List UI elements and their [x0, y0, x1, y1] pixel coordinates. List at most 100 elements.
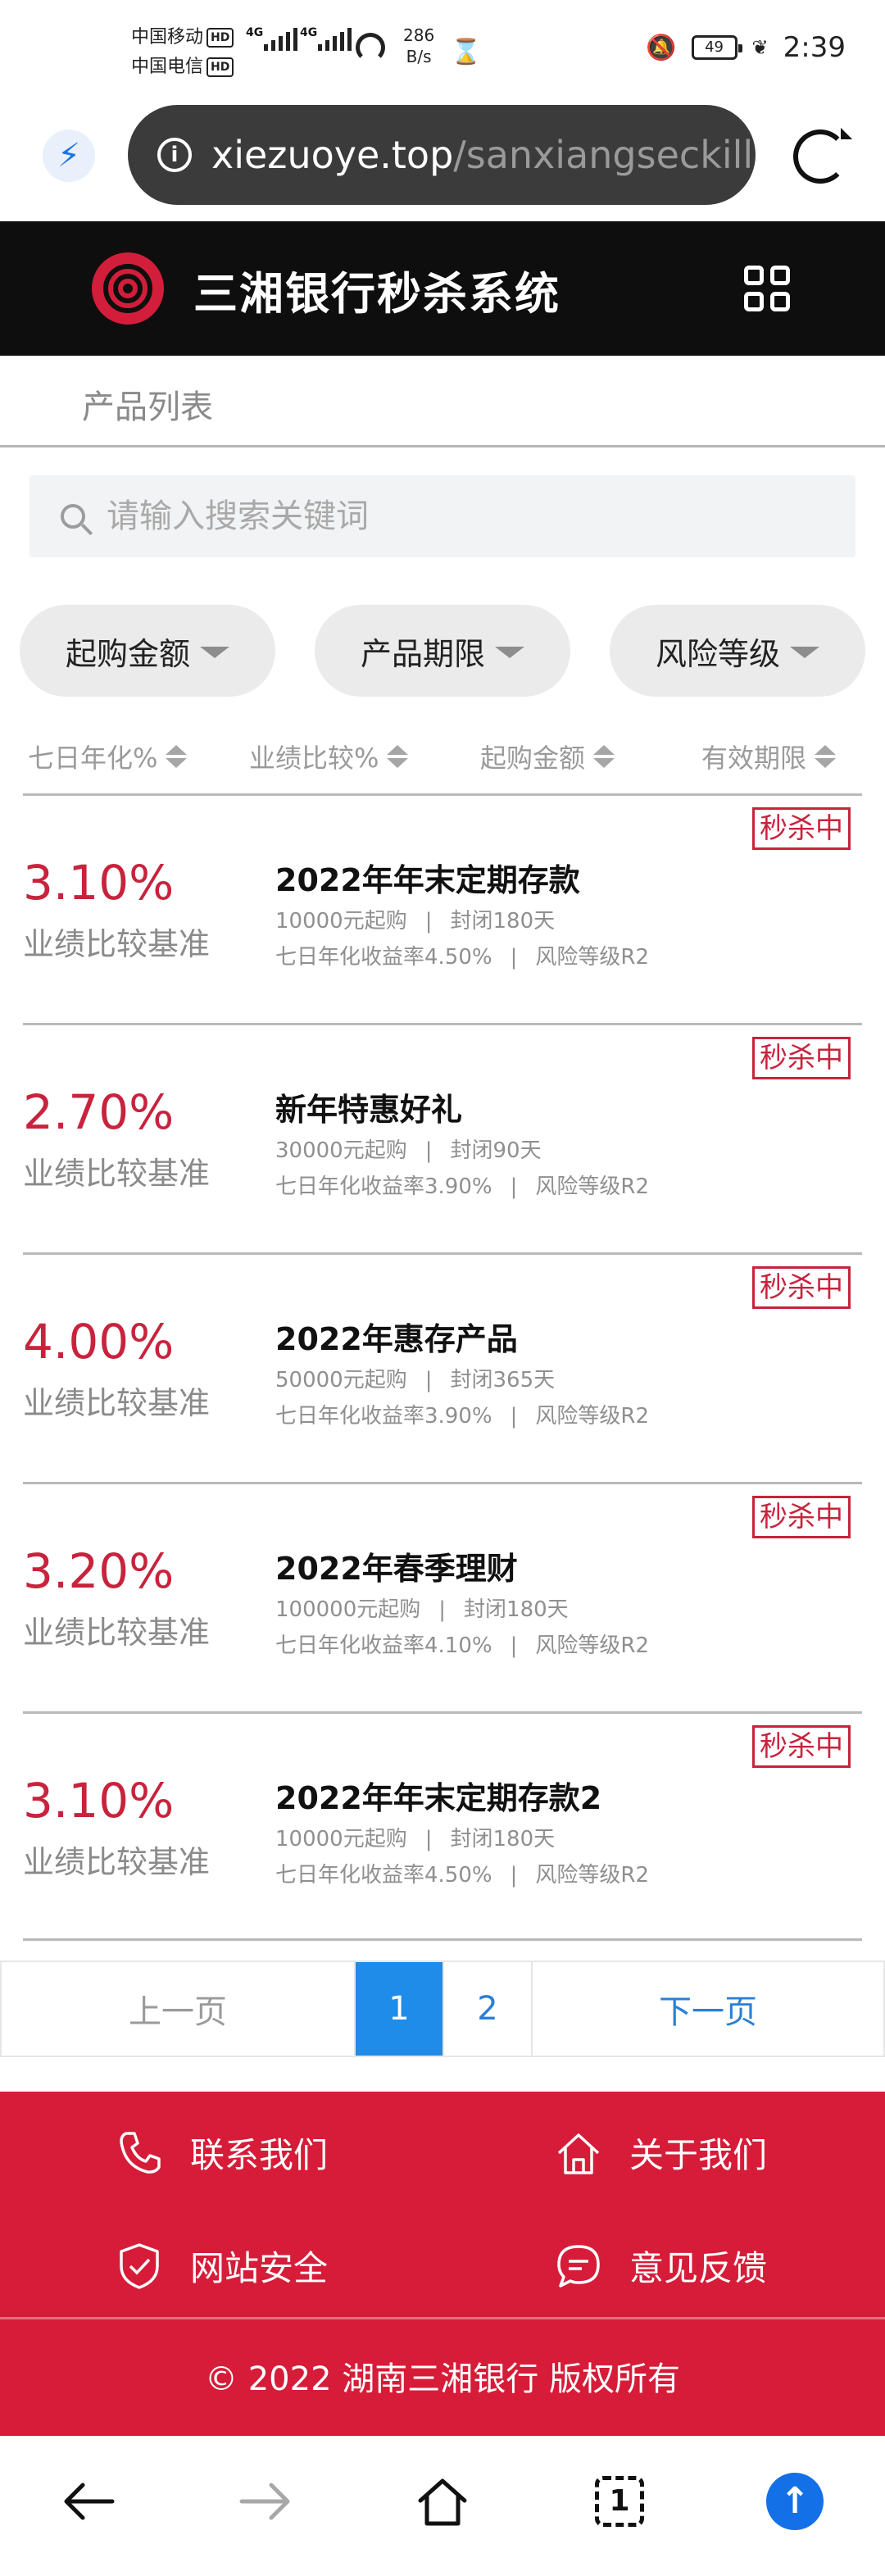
risk-level: 风险等级R2 [535, 1633, 649, 1658]
product-name[interactable]: 2022年年末定期存款 [275, 855, 580, 900]
wifi-icon [356, 33, 385, 62]
lightning-icon[interactable]: ⚡ [43, 129, 95, 182]
caret-down-icon [790, 647, 819, 658]
term: 封闭180天 [464, 1597, 569, 1622]
product-meta-1: 10000元起购 | 封闭180天 [275, 909, 556, 934]
page-2-button[interactable]: 2 [444, 1962, 533, 2056]
signal-icon [318, 28, 352, 51]
contact-us-link[interactable]: 联系我们 [115, 2128, 328, 2178]
product-meta-2: 七日年化收益率4.50% | 风险等级R2 [275, 945, 649, 970]
status-right: 🔕 49 ❦ 2:39 [646, 31, 846, 64]
browser-toolbar: ⚡ i xiezuoye.top/sanxiangseckilln [0, 98, 885, 221]
tabs-count: 1 [595, 2476, 644, 2527]
sort-bar: 七日年化% 业绩比较% 起购金额 有效期限 [0, 731, 885, 780]
forward-button[interactable] [233, 2469, 298, 2534]
sort-label: 起购金额 [480, 743, 586, 774]
sort-validity[interactable]: 有效期限 [701, 738, 837, 775]
search-icon [61, 504, 85, 529]
sort-arrows-icon [593, 745, 615, 768]
min-amount: 100000元起购 [275, 1597, 421, 1622]
arrow-right-icon [239, 2483, 290, 2520]
product-meta-2: 七日年化收益率4.10% | 风险等级R2 [275, 1633, 649, 1658]
product-name[interactable]: 2022年春季理财 [275, 1543, 518, 1588]
seckill-badge: 秒杀中 [752, 1266, 851, 1309]
product-item[interactable]: 秒杀中 3.10% 业绩比较基准 2022年年末定期存款2 10000元起购 | 封… [23, 1711, 862, 1941]
term: 封闭90天 [450, 1138, 542, 1163]
address-bar[interactable]: i xiezuoye.top/sanxiangseckilln [128, 105, 756, 205]
battery-icon: 49 [691, 35, 742, 60]
info-icon[interactable]: i [157, 138, 192, 172]
site-security-link[interactable]: 网站安全 [115, 2241, 328, 2291]
seven-day-yield: 七日年化收益率3.90% [275, 1404, 492, 1429]
pagination: 上一页 1 2 下一页 [0, 1960, 885, 2057]
tab-product-list[interactable]: 产品列表 [82, 380, 213, 428]
min-amount: 10000元起购 [275, 1827, 407, 1851]
filter-term[interactable]: 产品期限 [315, 605, 570, 697]
net-speed-unit: B/s [406, 47, 432, 66]
filter-bar: 起购金额 产品期限 风险等级 [20, 605, 865, 697]
benchmark-rate: 3.10% [23, 855, 175, 911]
risk-level: 风险等级R2 [535, 1404, 649, 1429]
benchmark-rate: 3.10% [23, 1773, 175, 1829]
hd-badge: HD [206, 57, 234, 77]
seven-day-yield: 七日年化收益率3.90% [275, 1174, 492, 1199]
risk-level: 风险等级R2 [535, 1174, 649, 1199]
chat-bubble-icon [557, 2244, 600, 2288]
search-box[interactable] [30, 475, 856, 557]
seven-day-yield: 七日年化收益率4.50% [275, 945, 492, 970]
min-amount: 30000元起购 [275, 1138, 407, 1163]
security-label: 网站安全 [190, 2248, 329, 2288]
seckill-badge: 秒杀中 [752, 1037, 851, 1079]
copyright-text: © 2022 湖南三湘银行 版权所有 [205, 2360, 680, 2398]
sort-benchmark[interactable]: 业绩比较% [249, 738, 409, 775]
back-button[interactable] [56, 2469, 121, 2534]
filter-risk-level[interactable]: 风险等级 [610, 605, 865, 697]
product-item[interactable]: 秒杀中 4.00% 业绩比较基准 2022年惠存产品 50000元起购 | 封闭36… [23, 1252, 862, 1482]
caret-down-icon [495, 647, 524, 658]
footer-links: 联系我们 关于我们 网站安全 意见反馈 [0, 2092, 885, 2319]
sort-min-amount[interactable]: 起购金额 [480, 738, 615, 775]
home-icon [418, 2478, 467, 2526]
network-type-1: 4G [246, 26, 264, 39]
seckill-badge: 秒杀中 [752, 807, 851, 850]
tabs-button[interactable]: 1 [587, 2469, 652, 2534]
seven-day-yield: 七日年化收益率4.50% [275, 1863, 492, 1888]
feedback-label: 意见反馈 [629, 2248, 768, 2288]
benchmark-rate: 3.20% [23, 1543, 175, 1599]
product-name[interactable]: 2022年年末定期存款2 [275, 1773, 601, 1818]
min-amount: 10000元起购 [275, 909, 407, 934]
product-name[interactable]: 新年特惠好礼 [275, 1084, 462, 1129]
product-meta-1: 50000元起购 | 封闭365天 [275, 1368, 556, 1392]
filter-label: 起购金额 [65, 635, 190, 672]
page-1-button[interactable]: 1 [356, 1962, 444, 2056]
scroll-top-button[interactable]: ↑ [762, 2469, 828, 2534]
bank-logo[interactable] [92, 252, 164, 325]
search-input[interactable] [107, 497, 811, 535]
product-item[interactable]: 秒杀中 3.20% 业绩比较基准 2022年春季理财 100000元起购 | 封闭1… [23, 1482, 862, 1711]
next-page-button[interactable]: 下一页 [533, 1962, 883, 2056]
product-item[interactable]: 秒杀中 2.70% 业绩比较基准 新年特惠好礼 30000元起购 | 封闭90天 七… [23, 1023, 862, 1252]
tab-bar: 产品列表 [0, 356, 885, 448]
menu-grid-icon[interactable] [744, 266, 790, 311]
network-type-2: 4G [300, 26, 318, 39]
product-list: 秒杀中 3.10% 业绩比较基准 2022年年末定期存款 10000元起购 | 封闭… [23, 793, 862, 1941]
about-us-link[interactable]: 关于我们 [554, 2128, 767, 2178]
reload-icon[interactable] [793, 129, 847, 184]
sort-arrows-icon [166, 745, 188, 768]
product-meta-2: 七日年化收益率3.90% | 风险等级R2 [275, 1174, 649, 1199]
filter-label: 产品期限 [360, 635, 485, 672]
hd-badge: HD [206, 28, 234, 48]
feedback-link[interactable]: 意见反馈 [554, 2241, 767, 2291]
filter-min-amount[interactable]: 起购金额 [20, 605, 275, 697]
product-meta-1: 100000元起购 | 封闭180天 [275, 1597, 569, 1622]
term: 封闭180天 [450, 1827, 556, 1851]
product-name[interactable]: 2022年惠存产品 [275, 1314, 518, 1359]
sort-arrows-icon [815, 745, 837, 768]
site-header: 三湘银行秒杀系统 [0, 221, 885, 356]
product-item[interactable]: 秒杀中 3.10% 业绩比较基准 2022年年末定期存款 10000元起购 | 封闭… [23, 793, 862, 1023]
seckill-badge: 秒杀中 [752, 1496, 851, 1538]
sort-seven-day[interactable]: 七日年化% [28, 738, 188, 775]
home-button[interactable] [410, 2469, 475, 2534]
filter-label: 风险等级 [655, 635, 780, 672]
prev-page-button[interactable]: 上一页 [2, 1962, 356, 2056]
